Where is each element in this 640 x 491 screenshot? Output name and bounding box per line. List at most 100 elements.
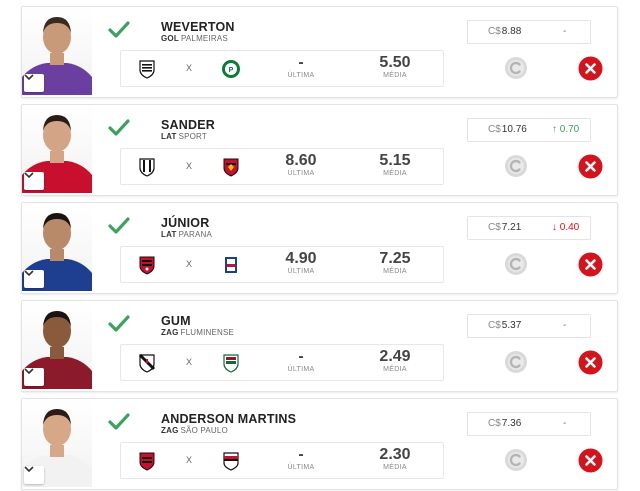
captain-coin-icon[interactable] (504, 154, 528, 178)
match-info: X - Última 2.30 Média (120, 442, 444, 479)
last-score-value: 8.60 (285, 152, 317, 169)
average-score: 7.25 Média (365, 249, 425, 275)
price-value: 7.36 (501, 418, 522, 429)
captain-coin-icon[interactable] (504, 56, 528, 80)
versus-label: X (186, 161, 193, 171)
player-club: SPORT (178, 132, 207, 141)
remove-player-button[interactable] (578, 350, 603, 375)
last-score: - Última (271, 445, 331, 471)
price-variation: - (563, 26, 567, 37)
match-info: X P - Última 5.50 Média (120, 50, 444, 87)
average-score: 5.15 Média (365, 151, 425, 177)
expand-button[interactable] (24, 172, 44, 190)
price-value: 8.88 (501, 26, 522, 37)
captain-coin-icon[interactable] (504, 252, 528, 276)
last-score: - Última (271, 347, 331, 373)
player-position: GOL (161, 34, 179, 43)
currency-label: C$ (488, 320, 501, 331)
remove-player-button[interactable] (578, 154, 603, 179)
currency-label: C$ (488, 124, 501, 135)
player-name: WEVERTON (161, 20, 235, 34)
price-box: C$7.36 - (467, 412, 591, 436)
expand-button[interactable] (24, 368, 44, 386)
average-score-label: Média (383, 366, 407, 373)
player-position-team: ZAG FLUMINENSE (161, 328, 234, 337)
player-photo (22, 203, 92, 291)
captain-coin-icon[interactable] (504, 448, 528, 472)
chevron-down-icon (24, 270, 34, 277)
last-score-value: - (298, 54, 304, 71)
player-position-team: LAT SPORT (161, 132, 207, 141)
average-score-value: 2.49 (379, 348, 411, 365)
player-position-team: LAT PARANA (161, 230, 212, 239)
expand-button[interactable] (24, 270, 44, 288)
price-box: C$5.37 - (467, 314, 591, 338)
price: C$8.88 (488, 26, 521, 37)
last-score: 8.60 Última (271, 151, 331, 177)
price: C$7.21 (488, 222, 521, 233)
svg-text:P: P (229, 67, 234, 74)
average-score-value: 5.50 (379, 54, 411, 71)
player-name: SANDER (161, 118, 215, 132)
check-icon (108, 21, 130, 38)
check-icon (108, 413, 130, 430)
price-box: C$7.21 ↓ 0.40 (467, 216, 591, 240)
player-position: ZAG (161, 426, 179, 435)
price-box: C$10.76 ↑ 0.70 (467, 118, 591, 142)
player-photo (22, 301, 92, 389)
versus-label: X (186, 63, 193, 73)
last-score-value: - (298, 348, 304, 365)
check-icon (108, 119, 130, 136)
player-name: GUM (161, 314, 191, 328)
sport-crest-icon (221, 157, 241, 177)
average-score-label: Média (383, 170, 407, 177)
last-score: 4.90 Última (271, 249, 331, 275)
player-club: FLUMINENSE (180, 328, 235, 337)
price-variation: ↓ 0.40 (552, 222, 580, 233)
expand-button[interactable] (24, 74, 44, 92)
player-club: PALMEIRAS (180, 34, 228, 43)
player-photo (22, 105, 92, 193)
price-variation: - (563, 320, 567, 331)
match-info: X 4.90 Última 7.25 Média (120, 246, 444, 283)
price-box: C$8.88 - (467, 20, 591, 44)
player-card: ANDERSON MARTINS ZAG SÃO PAULO X - Última 2.30… (21, 398, 618, 490)
player-photo (22, 399, 92, 487)
player-club: PARANA (178, 230, 213, 239)
player-card: JÚNIOR LAT PARANA X 4.90 Última 7.25 Média C$7.2… (21, 202, 618, 294)
price-value: 7.21 (501, 222, 522, 233)
last-score: - Última (271, 53, 331, 79)
match-info: X 8.60 Última 5.15 Média (120, 148, 444, 185)
average-score-label: Média (383, 268, 407, 275)
player-photo (22, 7, 92, 95)
versus-label: X (186, 259, 193, 269)
player-position-team: ZAG SÃO PAULO (161, 426, 228, 435)
player-card: SANDER LAT SPORT X 8.60 Última 5.15 Média C$10.7… (21, 104, 618, 196)
player-card: GUM ZAG FLUMINENSE X - Última 2.49 Média C$5.37- (21, 300, 618, 392)
check-icon (108, 315, 130, 332)
captain-coin-icon[interactable] (504, 350, 528, 374)
currency-label: C$ (488, 222, 501, 233)
price: C$10.76 (488, 124, 527, 135)
versus-label: X (186, 357, 193, 367)
average-score: 2.30 Média (365, 445, 425, 471)
parana-crest-icon (221, 255, 241, 275)
last-score-value: - (298, 446, 304, 463)
price-variation: - (563, 418, 567, 429)
remove-player-button[interactable] (578, 56, 603, 81)
average-score-label: Média (383, 464, 407, 471)
price: C$7.36 (488, 418, 521, 429)
average-score: 2.49 Média (365, 347, 425, 373)
palmeiras-crest-icon: P (221, 59, 241, 79)
versus-label: X (186, 455, 193, 465)
average-score-value: 5.15 (379, 152, 411, 169)
check-icon (108, 217, 130, 234)
chevron-down-icon (24, 74, 34, 81)
remove-player-button[interactable] (578, 448, 603, 473)
vitoria-crest-icon (137, 255, 157, 275)
remove-player-button[interactable] (578, 252, 603, 277)
vasco-crest-icon (137, 353, 157, 373)
currency-label: C$ (488, 418, 501, 429)
expand-button[interactable] (24, 466, 44, 484)
player-card: WEVERTON GOL PALMEIRAS X P - Última 5.50 Média C$… (21, 6, 618, 98)
